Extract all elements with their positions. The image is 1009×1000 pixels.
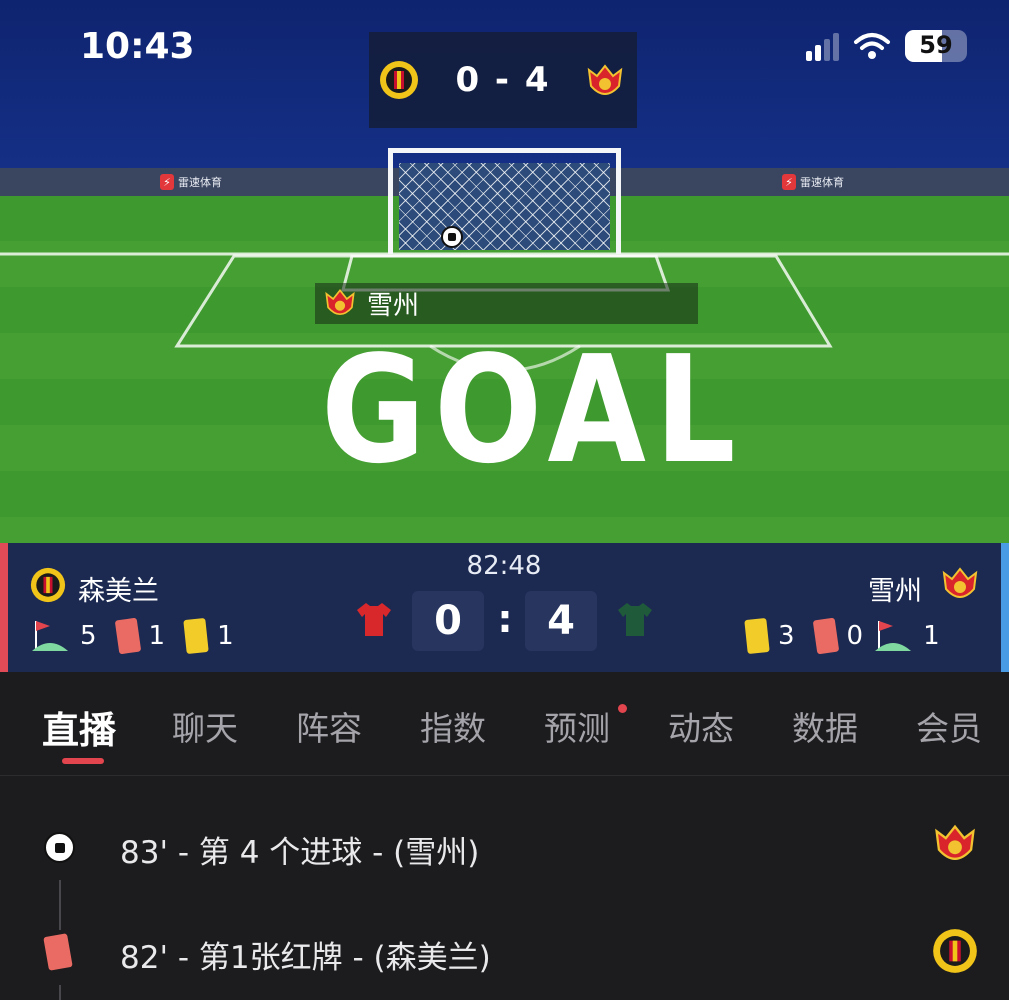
event-text: 82' - 第1张红牌 - (森美兰) [120,940,491,976]
timeline-connector [59,880,61,930]
away-red-cards: 0 [846,621,864,651]
home-crest-icon [30,567,66,603]
overlay-score: 0 - 4 [455,60,551,100]
live-pitch-animation: ⚡ 雷速体育 ⚡ 雷速体育 0 - 4 雪州 GOAL 10:43 59 [0,0,1009,543]
away-team-name[interactable]: 雪州 [868,569,922,608]
away-crest-icon [325,288,355,315]
tab-live[interactable]: 直播 [42,700,116,754]
yellow-card-icon [183,617,209,655]
event-text: 83' - 第 4 个进球 - (雪州) [120,835,480,871]
red-card-icon [43,933,73,971]
red-card-icon [812,617,839,655]
timeline-connector [59,985,61,1000]
status-bar-indicators: 59 [806,30,967,62]
live-event-list: 83' - 第 4 个进球 - (雪州) 82' - 第1张红牌 - (森美兰) [0,777,1009,1000]
home-team-stripe [0,543,8,672]
away-crest-icon [942,567,978,598]
away-yellow-cards: 3 [778,621,795,651]
home-team-name[interactable]: 森美兰 [78,569,159,608]
tab-chat[interactable]: 聊天 [172,702,238,750]
tab-bar: 直播 聊天 阵容 指数 预测 动态 数据 会员 [0,672,1009,776]
away-shirt-icon [618,603,652,636]
tab-membership[interactable]: 会员 [916,702,982,750]
tab-prediction[interactable]: 预测 [544,702,610,750]
corner-flag-icon [875,621,912,651]
match-summary-bar: 森美兰 5 1 1 82:48 0 : 4 雪州 3 0 1 [0,543,1009,672]
away-crest-icon [587,64,623,95]
match-clock: 82:48 [466,551,542,581]
home-crest-icon [380,61,418,99]
away-corners: 1 [923,621,940,651]
home-stats: 5 1 1 [30,617,234,655]
goal-frame [388,148,621,254]
ball-icon [441,226,463,248]
score-separator: : [497,597,513,641]
notification-dot [618,704,627,713]
ball-icon [44,832,75,863]
yellow-card-icon [744,617,770,655]
home-shirt-icon [357,603,391,636]
tab-lineup[interactable]: 阵容 [296,702,362,750]
goal-team-banner: 雪州 [315,283,698,324]
tab-stats[interactable]: 数据 [792,702,858,750]
battery-level: 59 [919,31,953,59]
overlay-scoreboard: 0 - 4 [369,32,637,128]
tab-feed[interactable]: 动态 [668,702,734,750]
away-crest-icon [935,824,975,860]
away-score: 4 [525,591,597,651]
away-stats: 3 0 1 [744,617,940,655]
red-card-icon [114,617,141,655]
match-screen: ⚡ 雷速体育 ⚡ 雷速体育 0 - 4 雪州 GOAL 10:43 59 森美兰… [0,0,1009,1000]
tab-odds[interactable]: 指数 [420,702,486,750]
active-tab-indicator [62,758,104,764]
goal-announcement: GOAL [321,324,745,496]
wifi-icon [854,33,890,59]
battery-icon: 59 [905,30,967,62]
goal-team-name: 雪州 [367,291,420,321]
home-red-cards: 1 [148,621,166,651]
corner-flag-icon [32,621,68,651]
home-score: 0 [412,591,484,651]
home-crest-icon [933,929,977,973]
home-yellow-cards: 1 [217,621,234,651]
away-team-stripe [1001,543,1009,672]
cellular-signal-icon [806,31,839,61]
status-bar-time: 10:43 [80,26,195,67]
home-corners: 5 [80,621,97,651]
goal-net [399,163,610,250]
